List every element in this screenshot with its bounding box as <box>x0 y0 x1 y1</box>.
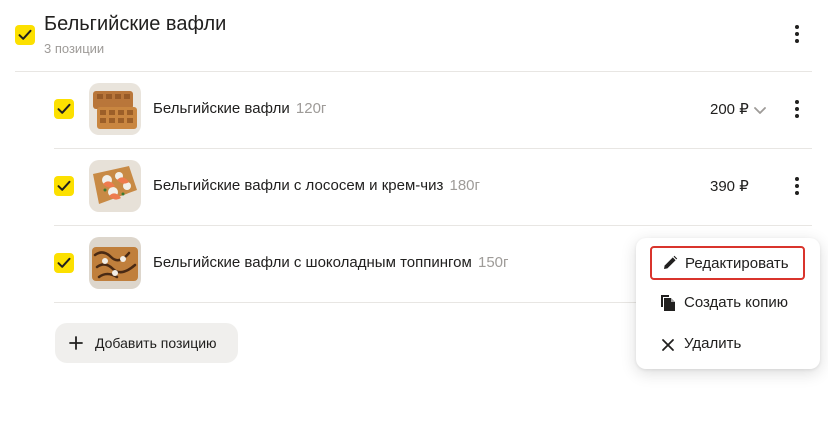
check-icon <box>57 180 71 191</box>
row-divider <box>54 225 812 226</box>
more-dot <box>795 39 799 43</box>
check-icon <box>18 29 32 40</box>
item-price: 200 ₽ <box>710 101 749 118</box>
item-weight: 150г <box>478 254 509 271</box>
item-thumbnail <box>89 160 141 212</box>
menu-item-edit[interactable]: Редактировать <box>650 246 805 280</box>
copy-icon <box>661 295 675 311</box>
pencil-icon <box>664 255 678 269</box>
item-checkbox[interactable] <box>54 253 74 273</box>
menu-item-label: Редактировать <box>685 255 789 272</box>
item-name: Бельгийские вафли 120г <box>153 100 326 117</box>
item-checkbox[interactable] <box>54 99 74 119</box>
context-menu: Редактировать Создать копию Удалить <box>636 238 820 369</box>
menu-item-label: Создать копию <box>684 294 788 311</box>
item-thumbnail <box>89 237 141 289</box>
category-subtitle: 3 позиции <box>44 41 105 56</box>
item-checkbox[interactable] <box>54 176 74 196</box>
more-dot <box>795 177 799 181</box>
close-icon <box>662 339 674 351</box>
item-weight: 120г <box>295 100 327 117</box>
add-position-label: Добавить позицию <box>95 335 217 351</box>
more-dot <box>795 184 799 188</box>
item-thumbnail <box>89 83 141 135</box>
row-divider <box>54 148 812 149</box>
item-more-button[interactable] <box>785 97 809 121</box>
plus-icon <box>69 336 83 350</box>
more-dot <box>795 32 799 36</box>
menu-item-label: Удалить <box>684 335 742 352</box>
check-icon <box>57 257 71 268</box>
waffle-salmon-photo <box>89 160 141 212</box>
add-position-button[interactable]: Добавить позицию <box>55 323 238 363</box>
more-dot <box>795 107 799 111</box>
waffle-chocolate-photo <box>89 237 141 289</box>
item-name: Бельгийские вафли с лососем и крем-чиз 1… <box>153 177 480 194</box>
more-dot <box>795 191 799 195</box>
more-dot <box>795 100 799 104</box>
header-divider <box>15 71 812 72</box>
menu-item-delete[interactable]: Удалить <box>636 326 820 362</box>
category-more-button[interactable] <box>785 22 809 46</box>
item-more-button[interactable] <box>785 174 809 198</box>
item-price: 390 ₽ <box>710 178 749 195</box>
check-icon <box>57 103 71 114</box>
item-title: Бельгийские вафли с лососем и крем-чиз <box>153 177 444 194</box>
category-title: Бельгийские вафли <box>44 13 227 35</box>
item-title: Бельгийские вафли <box>153 100 290 117</box>
item-name: Бельгийские вафли с шоколадным топпингом… <box>153 254 509 271</box>
more-dot <box>795 114 799 118</box>
item-weight: 180г <box>449 177 481 194</box>
category-checkbox[interactable] <box>15 25 35 45</box>
chevron-down-icon[interactable] <box>753 106 767 116</box>
more-dot <box>795 25 799 29</box>
menu-item-copy[interactable]: Создать копию <box>636 285 820 321</box>
waffle-photo <box>89 83 141 135</box>
item-title: Бельгийские вафли с шоколадным топпингом <box>153 254 472 271</box>
